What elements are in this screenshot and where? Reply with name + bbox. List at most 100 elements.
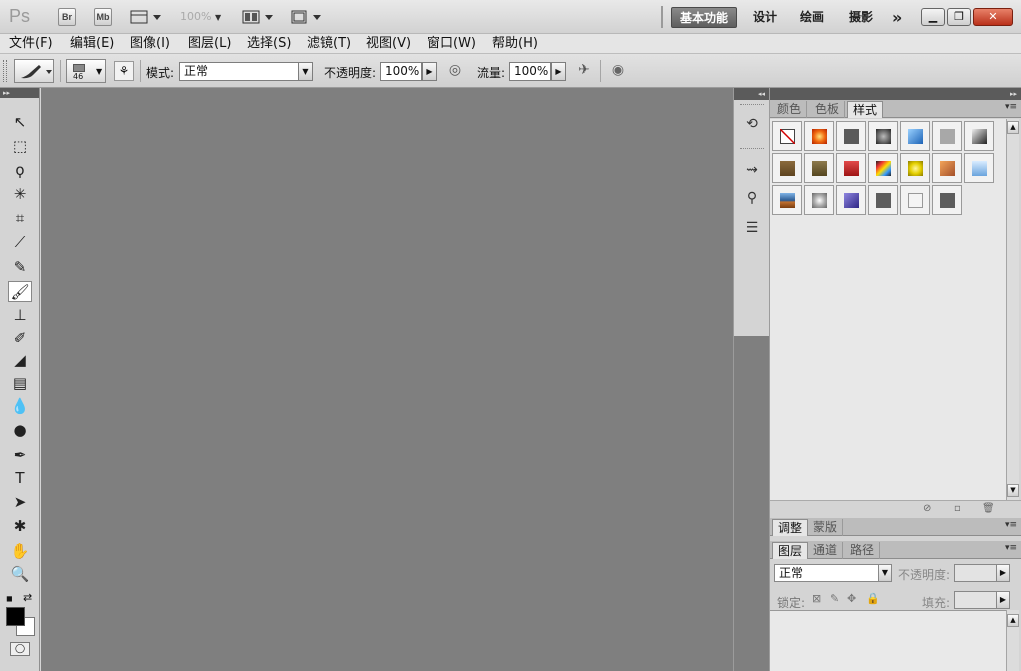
style-swatch-olive-bronze[interactable] bbox=[804, 153, 834, 183]
tab-paths[interactable]: 路径 bbox=[845, 542, 881, 559]
opacity-slider-toggle[interactable]: ▶ bbox=[422, 62, 437, 81]
bridge-button[interactable]: Br bbox=[58, 8, 76, 26]
quick-mask-button[interactable]: ◯ bbox=[10, 642, 30, 656]
quick-select-tool[interactable]: ✳ bbox=[8, 184, 32, 205]
airbrush-icon[interactable]: ✈ bbox=[574, 62, 594, 82]
style-swatch-brown-wood[interactable] bbox=[772, 153, 802, 183]
scroll-up-icon[interactable]: ▲ bbox=[1007, 121, 1019, 134]
document-canvas-area[interactable] bbox=[41, 88, 733, 671]
style-swatch-purple-glow[interactable] bbox=[836, 185, 866, 215]
style-swatch-dark-square[interactable] bbox=[836, 121, 866, 151]
blend-mode-select[interactable]: 正常 bbox=[179, 62, 299, 81]
style-swatch-rainbow-mix[interactable] bbox=[868, 153, 898, 183]
lock-all-icon[interactable]: 🔒 bbox=[866, 592, 880, 605]
brush-tool[interactable]: 🖌 bbox=[8, 281, 32, 302]
styles-scrollbar[interactable]: ▲ ▼ bbox=[1006, 119, 1019, 500]
lasso-tool[interactable]: ϙ bbox=[8, 160, 32, 181]
style-swatch-white-square[interactable] bbox=[900, 185, 930, 215]
flow-slider-toggle[interactable]: ▶ bbox=[551, 62, 566, 81]
workspace-painting[interactable]: 绘画 bbox=[792, 7, 832, 28]
zoom-level[interactable]: 100% ▼ bbox=[180, 10, 221, 23]
lock-position-icon[interactable]: ✥ bbox=[847, 592, 856, 605]
shape-tool[interactable]: ✱ bbox=[8, 516, 32, 537]
lock-transparent-icon[interactable]: ⊠ bbox=[812, 592, 821, 605]
style-swatch-black-gradient[interactable] bbox=[964, 121, 994, 151]
style-swatch-dark-square-3[interactable] bbox=[932, 185, 962, 215]
layer-opacity-slider[interactable]: ▶ bbox=[996, 564, 1010, 582]
pressure-opacity-icon[interactable]: ◎ bbox=[445, 62, 465, 82]
style-swatch-yellow-glow[interactable] bbox=[900, 153, 930, 183]
tool-preset-picker[interactable] bbox=[14, 59, 54, 83]
tab-styles[interactable]: 样式 bbox=[847, 101, 884, 118]
scroll-down-icon[interactable]: ▼ bbox=[1007, 484, 1019, 497]
stamp-tool[interactable]: ⊥ bbox=[8, 305, 32, 326]
brush-panel-icon[interactable]: ⇝ bbox=[742, 160, 762, 180]
layers-list[interactable] bbox=[770, 610, 1006, 671]
tab-layers[interactable]: 图层 bbox=[772, 542, 809, 559]
eyedropper-tool[interactable]: ⟋ bbox=[8, 232, 32, 253]
restore-button[interactable]: ❐ bbox=[947, 8, 971, 26]
tab-swatches[interactable]: 色板 bbox=[810, 101, 846, 118]
tab-channels[interactable]: 通道 bbox=[808, 542, 844, 559]
menu-image[interactable]: 图像(I) bbox=[130, 35, 170, 53]
scroll-up-icon[interactable]: ▲ bbox=[1007, 614, 1019, 627]
style-swatch-blue-sky[interactable] bbox=[964, 153, 994, 183]
view-extras-button[interactable] bbox=[130, 8, 164, 26]
menu-window[interactable]: 窗口(W) bbox=[427, 35, 476, 53]
style-swatch-dark-square-2[interactable] bbox=[868, 185, 898, 215]
gradient-tool[interactable]: ▤ bbox=[8, 373, 32, 394]
chevron-down-icon[interactable]: ▼ bbox=[298, 62, 313, 81]
foreground-color-swatch[interactable] bbox=[6, 607, 25, 626]
blur-tool[interactable]: 💧 bbox=[8, 396, 32, 417]
history-panel-icon[interactable]: ⟲ bbox=[742, 114, 762, 134]
more-workspaces-button[interactable]: » bbox=[884, 7, 910, 28]
move-tool[interactable]: ↖ bbox=[8, 112, 32, 133]
arrange-documents-button[interactable] bbox=[242, 8, 276, 26]
style-swatch-blue-glass[interactable] bbox=[900, 121, 930, 151]
panel-menu-icon[interactable]: ▾≡ bbox=[1005, 102, 1017, 112]
style-swatch-black-chrome[interactable] bbox=[868, 121, 898, 151]
dodge-tool[interactable]: ● bbox=[8, 420, 32, 441]
tab-masks[interactable]: 蒙版 bbox=[808, 519, 844, 536]
menu-filter[interactable]: 滤镜(T) bbox=[307, 35, 351, 53]
menu-file[interactable]: 文件(F) bbox=[9, 35, 53, 53]
clone-source-icon[interactable]: ⚲ bbox=[742, 188, 762, 208]
style-swatch-red-stripe[interactable] bbox=[836, 153, 866, 183]
chevron-down-icon[interactable]: ▼ bbox=[878, 564, 892, 582]
menu-help[interactable]: 帮助(H) bbox=[492, 35, 538, 53]
screen-mode-button[interactable] bbox=[290, 8, 324, 26]
panel-menu-icon[interactable]: ▾≡ bbox=[1005, 520, 1017, 530]
menu-select[interactable]: 选择(S) bbox=[247, 35, 291, 53]
mini-bridge-button[interactable]: Mb bbox=[94, 8, 112, 26]
layer-fill-slider[interactable]: ▶ bbox=[996, 591, 1010, 609]
menu-layer[interactable]: 图层(L) bbox=[188, 35, 231, 53]
type-tool[interactable]: T bbox=[8, 468, 32, 489]
menu-edit[interactable]: 编辑(E) bbox=[70, 35, 114, 53]
style-swatch-crumpled-paper[interactable] bbox=[804, 185, 834, 215]
clear-style-icon[interactable]: ⊘ bbox=[923, 503, 931, 514]
layer-blend-mode-select[interactable]: 正常 bbox=[774, 564, 880, 582]
dock-expand-icon[interactable]: ◂◂ bbox=[734, 88, 769, 100]
history-brush-tool[interactable]: ✐ bbox=[8, 328, 32, 349]
minimize-button[interactable]: ▁ bbox=[921, 8, 945, 26]
eraser-tool[interactable]: ◢ bbox=[8, 350, 32, 371]
marquee-tool[interactable]: ⬚ bbox=[8, 136, 32, 157]
style-swatch-orange-sunset[interactable] bbox=[932, 153, 962, 183]
tab-adjustments[interactable]: 调整 bbox=[772, 519, 809, 536]
trash-icon[interactable]: 🗑 bbox=[982, 503, 995, 514]
brush-picker[interactable]: 46 ▼ bbox=[66, 59, 106, 83]
layer-opacity-input[interactable] bbox=[954, 564, 997, 582]
flow-input[interactable]: 100% bbox=[509, 62, 551, 81]
menu-view[interactable]: 视图(V) bbox=[366, 35, 411, 53]
workspace-essentials[interactable]: 基本功能 bbox=[671, 7, 738, 28]
style-swatch-gray-flat[interactable] bbox=[932, 121, 962, 151]
healing-tool[interactable]: ✎ bbox=[8, 257, 32, 278]
layer-fill-input[interactable] bbox=[954, 591, 997, 609]
new-style-icon[interactable]: ▫ bbox=[954, 503, 961, 514]
pen-tool[interactable]: ✒ bbox=[8, 445, 32, 466]
brush-panel-toggle[interactable]: ⚘ bbox=[114, 61, 134, 81]
layers-scrollbar[interactable]: ▲ bbox=[1006, 610, 1019, 671]
default-colors-icon[interactable]: ◼ bbox=[6, 594, 13, 603]
zoom-tool[interactable]: 🔍 bbox=[8, 564, 32, 585]
tab-color[interactable]: 颜色 bbox=[772, 101, 808, 118]
